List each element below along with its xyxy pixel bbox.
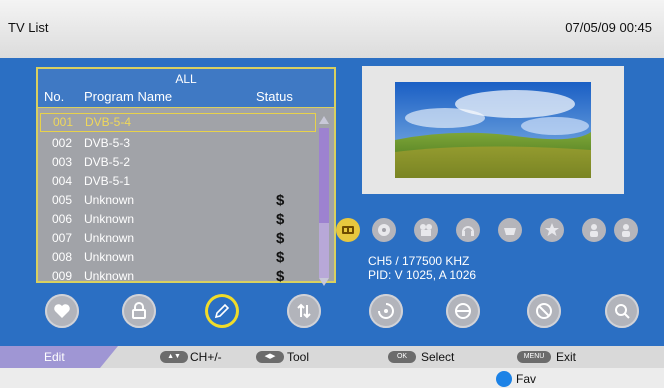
status-scrambled: $	[276, 192, 285, 209]
channel-name: Unknown	[84, 212, 135, 226]
heart-icon[interactable]	[45, 294, 79, 328]
pid-info: PID: V 1025, A 1026	[368, 268, 477, 282]
title-bar: TV List 07/05/09 00:45	[0, 0, 664, 58]
column-status: Status	[256, 89, 293, 104]
scroll-up-icon[interactable]	[319, 116, 329, 124]
star-icon[interactable]	[540, 218, 564, 242]
move-icon[interactable]	[369, 294, 403, 328]
status-scrambled: $	[276, 211, 285, 228]
lock-icon[interactable]	[122, 294, 156, 328]
channel-list: ALL No. Program Name Status 001 DVB-5-4 0…	[36, 67, 336, 286]
status-scrambled: $	[276, 268, 285, 285]
fav-label: Fav	[516, 372, 537, 386]
channel-rows: 001 DVB-5-4 002 DVB-5-3 003 DVB-5-2 004 DVB-…	[40, 113, 316, 286]
status-scrambled: $	[276, 249, 285, 266]
mode-label: Edit	[44, 350, 65, 364]
channel-name: DVB-5-3	[84, 136, 131, 150]
scroll-thumb[interactable]	[319, 128, 329, 223]
fav-bar: Fav	[0, 368, 664, 388]
bowl-icon[interactable]	[498, 218, 522, 242]
channel-number: 009	[52, 269, 73, 283]
channel-row[interactable]: 006 Unknown $	[40, 210, 316, 229]
status-scrambled: $	[276, 230, 285, 247]
person-icon[interactable]	[582, 218, 606, 242]
channel-row[interactable]: 002 DVB-5-3	[40, 134, 316, 153]
skip-icon[interactable]	[446, 294, 480, 328]
channel-row[interactable]: 009 Unknown $	[40, 267, 316, 286]
channel-number: 006	[52, 212, 73, 226]
channel-row[interactable]: 003 DVB-5-2	[40, 153, 316, 172]
mode-tab: Edit	[0, 346, 118, 368]
channel-name: Unknown	[84, 193, 135, 207]
pencil-icon[interactable]	[205, 294, 239, 328]
channel-number: 008	[52, 250, 73, 264]
ok-key-icon: OK	[388, 351, 416, 363]
channel-name: DVB-5-1	[84, 174, 131, 188]
frequency-info: CH5 / 177500 KHZ	[368, 254, 470, 268]
main-panel: ALL No. Program Name Status 001 DVB-5-4 0…	[0, 58, 664, 346]
channel-row[interactable]: 001 DVB-5-4	[40, 113, 316, 132]
channel-name: Unknown	[84, 250, 135, 264]
channel-row[interactable]: 005 Unknown $	[40, 191, 316, 210]
delete-icon[interactable]	[527, 294, 561, 328]
person-icon[interactable]	[614, 218, 638, 242]
channel-row[interactable]: 004 DVB-5-1	[40, 172, 316, 191]
search-icon[interactable]	[605, 294, 639, 328]
channel-number: 007	[52, 231, 73, 245]
column-no: No.	[44, 89, 65, 104]
column-program-name: Program Name	[84, 89, 173, 104]
tv-icon[interactable]	[336, 218, 360, 242]
exit-hint: Exit	[556, 350, 577, 364]
group-label: ALL	[175, 72, 197, 86]
page-title: TV List	[8, 20, 49, 35]
blue-button-icon[interactable]	[496, 371, 512, 387]
menu-key-icon: MENU	[517, 351, 551, 363]
channel-row[interactable]: 008 Unknown $	[40, 248, 316, 267]
channel-name: Unknown	[84, 269, 135, 283]
datetime: 07/05/09 00:45	[565, 20, 652, 35]
tool-hint: Tool	[287, 350, 310, 364]
list-header: ALL No. Program Name Status	[38, 69, 334, 108]
channel-row[interactable]: 007 Unknown $	[40, 229, 316, 248]
sort-icon[interactable]	[287, 294, 321, 328]
list-scrollbar[interactable]	[318, 116, 330, 286]
channel-number: 002	[52, 136, 73, 150]
channel-info: CH5 / 177500 KHZ PID: V 1025, A 1026	[368, 254, 476, 282]
channel-number: 005	[52, 193, 73, 207]
movie-icon[interactable]	[414, 218, 438, 242]
channel-name: DVB-5-2	[84, 155, 131, 169]
video-preview	[362, 66, 624, 194]
channel-number: 004	[52, 174, 73, 188]
soccer-icon[interactable]	[372, 218, 396, 242]
select-hint: Select	[421, 350, 455, 364]
landscape-thumbnail	[395, 82, 591, 178]
left-right-key-icon: ◀▶	[256, 351, 284, 363]
up-down-key-icon: ▲▼	[160, 351, 188, 363]
scroll-down-icon[interactable]	[319, 278, 329, 286]
ch-hint: CH+/-	[190, 350, 222, 364]
channel-number: 003	[52, 155, 73, 169]
channel-name: DVB-5-4	[85, 115, 132, 129]
channel-number: 001	[53, 115, 74, 129]
channel-name: Unknown	[84, 231, 135, 245]
music-icon[interactable]	[456, 218, 480, 242]
help-bar: Edit ▲▼ CH+/- ◀▶ Tool OK Select MENU Exi…	[0, 346, 664, 368]
